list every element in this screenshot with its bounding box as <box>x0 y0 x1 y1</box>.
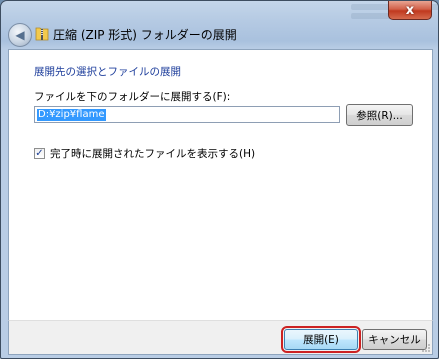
destination-path-value: D:¥zip¥flame <box>37 109 106 121</box>
extract-dialog-window: x ◀ 圧縮 (ZIP 形式) フォルダーの展開 展開先の選択とファイルの展開 … <box>0 0 439 359</box>
destination-path-input[interactable]: D:¥zip¥flame <box>34 106 340 123</box>
browse-button[interactable]: 参照(R)... <box>346 104 413 126</box>
destination-label: ファイルを下のフォルダーに展開する(F): <box>34 91 231 103</box>
window-title: 圧縮 (ZIP 形式) フォルダーの展開 <box>53 28 237 42</box>
title-bar[interactable]: x ◀ 圧縮 (ZIP 形式) フォルダーの展開 <box>1 1 438 49</box>
show-files-checkbox[interactable]: ✓ <box>34 148 45 159</box>
show-files-label: 完了時に展開されたファイルを表示する(H) <box>50 148 256 160</box>
show-files-option[interactable]: ✓ 完了時に展開されたファイルを表示する(H) <box>34 146 255 161</box>
back-arrow-icon: ◀ <box>15 28 25 42</box>
zip-folder-icon <box>35 27 49 41</box>
dialog-footer: 展開(E) キャンセル <box>8 320 433 355</box>
cancel-button[interactable]: キャンセル <box>362 329 427 350</box>
close-button[interactable]: x <box>388 1 432 20</box>
resize-grip-icon[interactable] <box>421 343 431 353</box>
extract-button[interactable]: 展開(E) <box>281 326 361 353</box>
back-button[interactable]: ◀ <box>8 23 32 47</box>
dialog-content: 展開先の選択とファイルの展開 ファイルを下のフォルダーに展開する(F): D:¥… <box>8 49 433 321</box>
section-heading: 展開先の選択とファイルの展開 <box>34 66 181 78</box>
close-icon: x <box>405 2 415 18</box>
